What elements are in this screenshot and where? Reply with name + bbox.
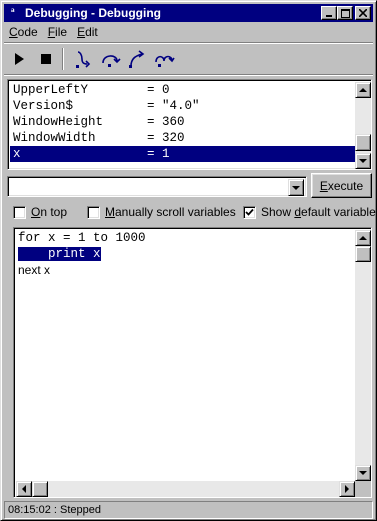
command-input[interactable] — [10, 179, 288, 194]
maximize-icon — [340, 8, 350, 18]
close-icon — [359, 9, 367, 17]
show-default-checkbox[interactable]: Show default variables — [243, 205, 377, 219]
toolbar-separator — [62, 48, 64, 70]
status-bar: 08:15:02 : Stepped — [4, 501, 373, 519]
arrow-right-icon — [345, 485, 349, 493]
step-into-icon — [76, 51, 91, 68]
close-button[interactable] — [355, 6, 371, 20]
maximize-button[interactable] — [337, 6, 353, 20]
manual-scroll-checkbox[interactable]: Manually scroll variables — [87, 205, 236, 219]
variable-row-selected[interactable]: x = 1 — [10, 146, 355, 162]
scroll-up-button[interactable] — [355, 230, 371, 246]
variable-row[interactable]: Version$ = "4.0" — [10, 98, 355, 114]
command-combobox[interactable] — [7, 176, 307, 197]
code-editor[interactable]: for x = 1 to 1000 print x next x — [13, 227, 372, 498]
variables-scrollbar[interactable] — [355, 82, 371, 169]
manual-scroll-checkbox-box[interactable] — [87, 205, 100, 219]
toolbar — [4, 45, 373, 73]
scroll-thumb[interactable] — [355, 134, 371, 151]
title-bar[interactable]: ª Debugging - Debugging — [4, 4, 373, 22]
step-out-icon — [129, 50, 145, 68]
step-over-icon — [102, 55, 121, 67]
stop-button[interactable] — [34, 47, 58, 71]
show-default-checkbox-box[interactable] — [243, 205, 256, 219]
minimize-button[interactable] — [321, 6, 337, 20]
arrow-down-icon — [359, 471, 367, 475]
step-into-button[interactable] — [71, 47, 95, 71]
manual-scroll-label: Manually scroll variables — [105, 205, 236, 219]
scroll-up-button[interactable] — [355, 82, 371, 98]
run-button[interactable] — [7, 47, 31, 71]
show-default-label: Show default variables — [261, 205, 377, 219]
minimize-icon — [326, 15, 332, 17]
variable-row[interactable]: WindowWidth = 320 — [10, 130, 355, 146]
arrow-up-icon — [359, 236, 367, 240]
code-line[interactable]: for x = 1 to 1000 — [18, 230, 146, 246]
animate-button[interactable] — [152, 47, 176, 71]
scroll-thumb[interactable] — [355, 246, 371, 262]
scroll-thumb[interactable] — [32, 481, 48, 497]
step-over-button[interactable] — [98, 47, 122, 71]
debug-app-icon[interactable]: ª — [6, 5, 22, 21]
scroll-down-button[interactable] — [355, 153, 371, 169]
on-top-checkbox-box[interactable] — [13, 205, 26, 219]
editor-horizontal-scrollbar[interactable] — [16, 481, 355, 497]
variables-list[interactable]: UpperLeftY = 0 Version$ = "4.0" WindowHeig… — [7, 79, 372, 170]
menu-file[interactable]: File — [43, 23, 72, 41]
combo-dropdown-button[interactable] — [288, 179, 304, 196]
on-top-label: On top — [31, 205, 68, 219]
scroll-right-button[interactable] — [339, 481, 355, 497]
code-line-current[interactable]: print x — [18, 246, 146, 262]
menu-bar: Code File Edit — [4, 23, 373, 41]
checkmark-icon — [245, 208, 254, 216]
animate-icon — [155, 55, 175, 67]
run-icon — [15, 53, 24, 65]
arrow-up-icon — [359, 88, 367, 92]
debugger-window: ª Debugging - Debugging Code File Edit U… — [0, 0, 377, 521]
toolbar-separator-line — [4, 74, 373, 76]
scroll-corner — [355, 481, 371, 497]
variable-row[interactable]: WindowHeight = 360 — [10, 114, 355, 130]
window-title: Debugging - Debugging — [25, 6, 161, 20]
stop-icon — [41, 54, 51, 64]
execute-button[interactable]: Execute — [311, 173, 372, 198]
menu-edit[interactable]: Edit — [72, 23, 103, 41]
step-out-button[interactable] — [125, 47, 149, 71]
editor-vertical-scrollbar[interactable] — [355, 230, 371, 481]
scroll-down-button[interactable] — [355, 465, 371, 481]
on-top-checkbox[interactable]: On top — [13, 205, 67, 219]
scroll-left-button[interactable] — [16, 481, 32, 497]
chevron-down-icon — [292, 185, 300, 190]
variable-row[interactable]: UpperLeftY = 0 — [10, 82, 355, 98]
menu-separator — [4, 42, 373, 44]
status-text: 08:15:02 : Stepped — [4, 501, 373, 519]
arrow-left-icon — [22, 485, 26, 493]
arrow-down-icon — [359, 159, 367, 163]
menu-code[interactable]: Code — [4, 23, 43, 41]
code-line[interactable]: next x — [18, 262, 146, 278]
svg-text:ª: ª — [11, 6, 15, 20]
